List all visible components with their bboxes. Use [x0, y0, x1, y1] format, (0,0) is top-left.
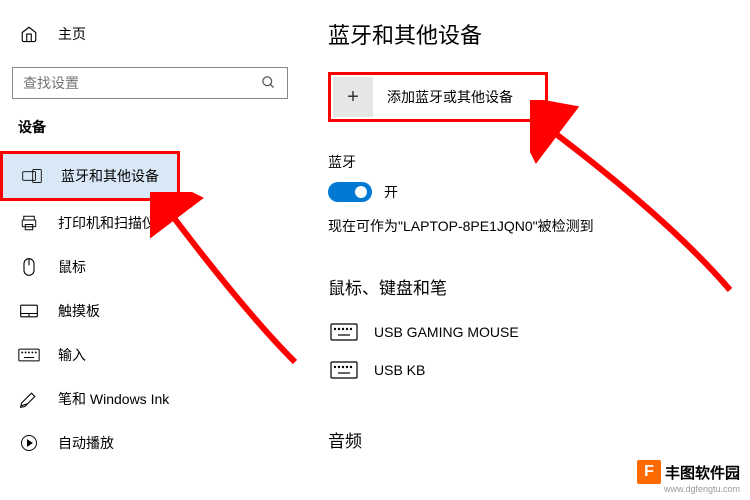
- toggle-knob: [355, 186, 367, 198]
- toggle-status-label: 开: [384, 182, 398, 202]
- discoverable-text: 现在可作为"LAPTOP-8PE1JQN0"被检测到: [328, 216, 730, 236]
- sidebar-item-typing[interactable]: 输入: [0, 333, 300, 377]
- keyboard-icon: [328, 321, 360, 343]
- printer-icon: [18, 212, 40, 234]
- sidebar-item-label: 鼠标: [58, 257, 86, 277]
- section-audio: 音频: [328, 427, 730, 452]
- keyboard-icon: [18, 344, 40, 366]
- sidebar-item-label: 蓝牙和其他设备: [61, 166, 159, 186]
- watermark-url: www.dgfengtu.com: [637, 484, 740, 494]
- pen-icon: [18, 388, 40, 410]
- touchpad-icon: [18, 300, 40, 322]
- autoplay-icon: [18, 432, 40, 454]
- watermark: F 丰图软件园 www.dgfengtu.com: [637, 460, 740, 494]
- add-device-label: 添加蓝牙或其他设备: [387, 87, 513, 107]
- sidebar-item-printers[interactable]: 打印机和扫描仪: [0, 201, 300, 245]
- plus-icon: +: [333, 77, 373, 117]
- device-row[interactable]: USB KB: [328, 351, 730, 389]
- sidebar-item-touchpad[interactable]: 触摸板: [0, 289, 300, 333]
- sidebar-item-bluetooth[interactable]: 蓝牙和其他设备: [3, 154, 177, 198]
- home-icon: [18, 23, 40, 45]
- keyboard-icon: [328, 359, 360, 381]
- search-input-container[interactable]: [12, 67, 288, 99]
- main-content: 蓝牙和其他设备 + 添加蓝牙或其他设备 蓝牙 开 现在可作为"LAPTOP-8P…: [300, 0, 750, 500]
- bluetooth-devices-icon: [21, 165, 43, 187]
- sidebar-item-label: 输入: [58, 345, 86, 365]
- bluetooth-section-label: 蓝牙: [328, 152, 730, 172]
- home-label: 主页: [58, 24, 86, 44]
- search-input[interactable]: [23, 75, 261, 91]
- section-mouse-keyboard-pen: 鼠标、键盘和笔: [328, 274, 730, 299]
- sidebar-item-label: 打印机和扫描仪: [58, 213, 156, 233]
- device-name: USB GAMING MOUSE: [374, 324, 519, 340]
- search-icon: [261, 75, 277, 91]
- sidebar-item-autoplay[interactable]: 自动播放: [0, 421, 300, 465]
- watermark-logo: F: [637, 460, 661, 484]
- sidebar-item-label: 笔和 Windows Ink: [58, 389, 169, 409]
- sidebar-section-title: 设备: [0, 117, 300, 151]
- device-row[interactable]: USB GAMING MOUSE: [328, 313, 730, 351]
- add-device-button[interactable]: + 添加蓝牙或其他设备: [333, 77, 543, 117]
- mouse-icon: [18, 256, 40, 278]
- sidebar-item-pen[interactable]: 笔和 Windows Ink: [0, 377, 300, 421]
- bluetooth-toggle[interactable]: [328, 182, 372, 202]
- sidebar-item-label: 自动播放: [58, 433, 114, 453]
- settings-sidebar: 主页 设备 蓝牙和其他设备 打印机和扫描仪: [0, 0, 300, 500]
- annotation-highlight-add: + 添加蓝牙或其他设备: [328, 72, 548, 122]
- annotation-highlight-sidebar: 蓝牙和其他设备: [0, 151, 180, 201]
- home-nav-item[interactable]: 主页: [0, 15, 300, 53]
- sidebar-item-mouse[interactable]: 鼠标: [0, 245, 300, 289]
- watermark-text: 丰图软件园: [665, 462, 740, 483]
- page-title: 蓝牙和其他设备: [328, 18, 730, 50]
- sidebar-item-label: 触摸板: [58, 301, 100, 321]
- device-name: USB KB: [374, 362, 425, 378]
